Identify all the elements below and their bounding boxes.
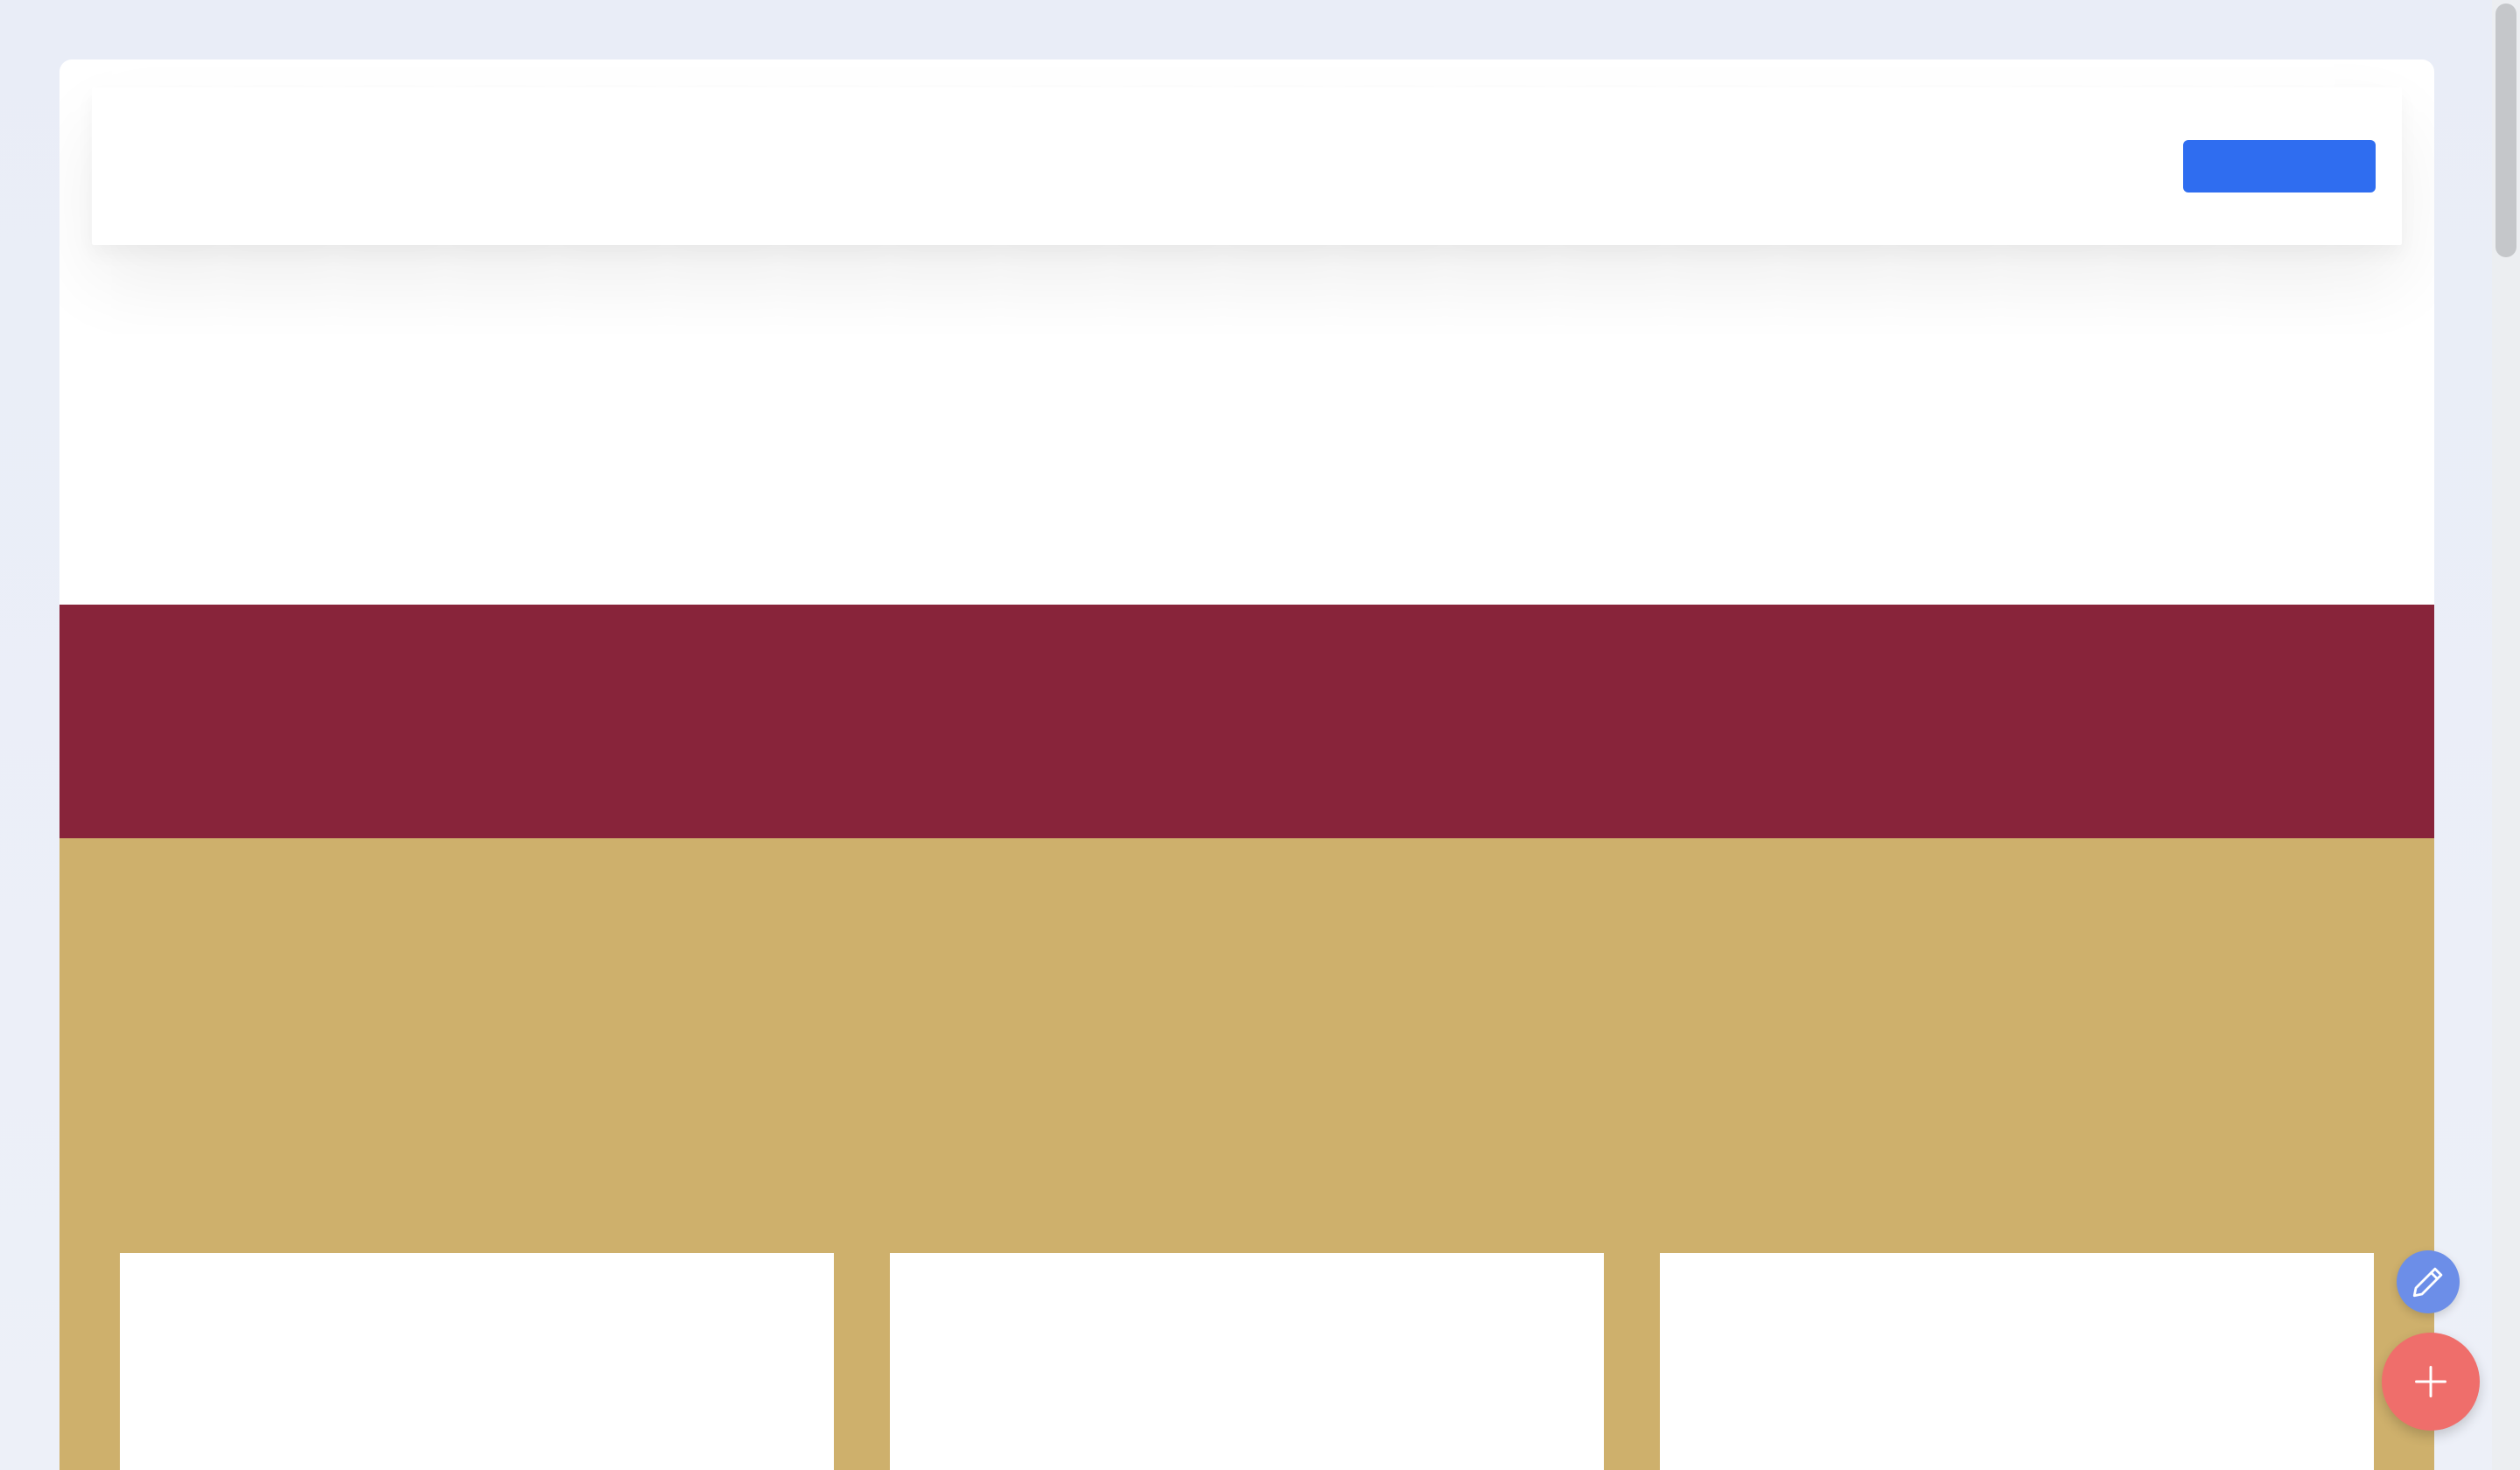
content-card-3 (1660, 1253, 2374, 1470)
crimson-band-section (60, 605, 2434, 838)
content-card-2 (890, 1253, 1604, 1470)
vertical-scrollbar[interactable] (2492, 0, 2520, 1470)
plus-icon (2412, 1362, 2450, 1401)
add-fab-button[interactable] (2382, 1333, 2480, 1431)
header-bar (92, 88, 2402, 245)
edit-fab-button[interactable] (2397, 1250, 2460, 1313)
page-canvas (60, 60, 2434, 1470)
content-card-1 (120, 1253, 834, 1470)
header-cta-button[interactable] (2183, 140, 2376, 192)
scrollbar-thumb[interactable] (2496, 4, 2516, 257)
pencil-icon (2410, 1264, 2446, 1300)
